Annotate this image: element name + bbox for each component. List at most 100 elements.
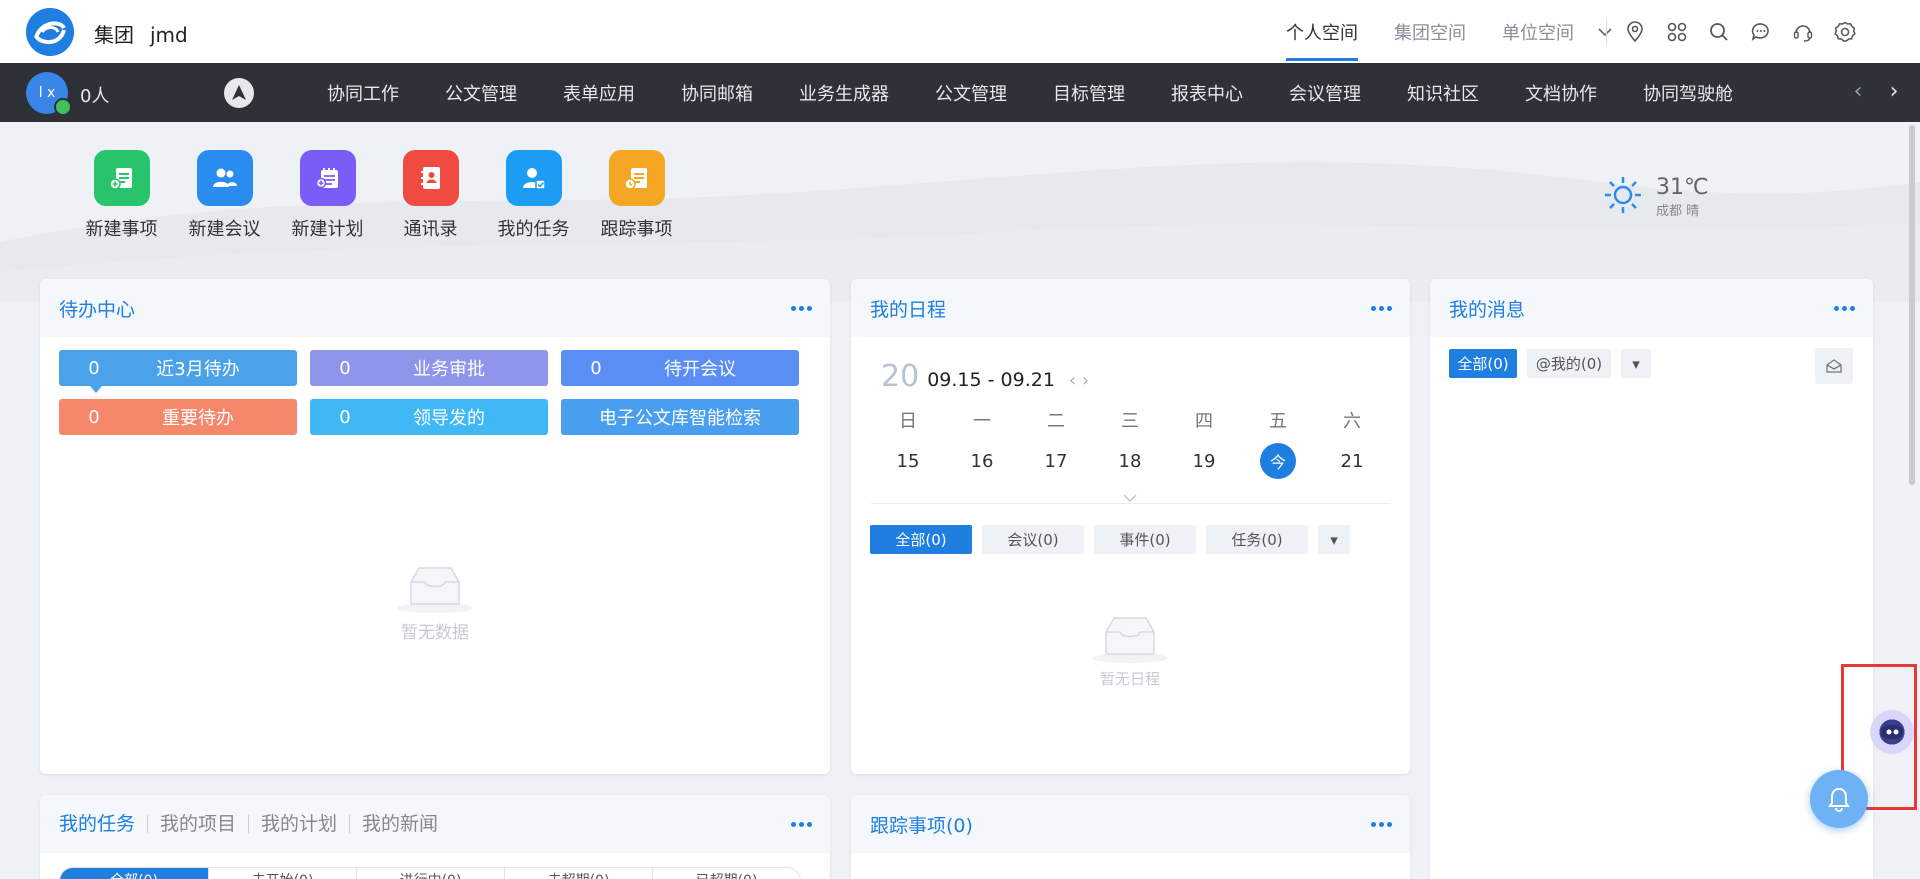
task-tabs: 我的任务 我的项目 我的计划 我的新闻	[59, 815, 450, 834]
week-header: 20 09.15 - 09.21 ‹ ›	[881, 359, 1089, 394]
year-short: 20	[881, 359, 920, 394]
chat-icon[interactable]	[1747, 18, 1775, 46]
calendar-day[interactable]: 17	[1019, 443, 1093, 479]
mark-read-icon[interactable]	[1815, 348, 1853, 384]
more-icon[interactable]	[1368, 821, 1392, 827]
quick-app-label: 新建会议	[188, 219, 261, 240]
quick-app-new-item[interactable]: 新建事项	[70, 150, 173, 241]
nav-item-doc-management-2[interactable]: 公文管理	[912, 80, 1030, 106]
calendar-day[interactable]: 19	[1167, 443, 1241, 479]
tab-unit-space[interactable]: 单位空间	[1484, 0, 1592, 63]
brand: 集团 jmd	[94, 19, 204, 48]
todo-btn-recent[interactable]: 0 近3月待办	[59, 350, 297, 386]
todo-panel: 待办中心 0 近3月待办 0 业务审批 0 待开会议 0 重要待办 0 领导发的…	[40, 279, 830, 774]
chevron-left-icon[interactable]: ‹	[1069, 370, 1076, 391]
todo-btn-important[interactable]: 0 重要待办	[59, 399, 297, 435]
nav-menu: 协同工作 公文管理 表单应用 协同邮箱 业务生成器 公文管理 目标管理 报表中心…	[304, 63, 1756, 122]
avatar[interactable]: l x	[26, 72, 72, 116]
navigation-icon[interactable]	[224, 78, 254, 108]
settings-icon[interactable]	[1831, 18, 1859, 46]
divider	[1606, 19, 1607, 45]
caret-down-icon[interactable]: ▾	[1318, 525, 1350, 554]
calendar-day[interactable]: 18	[1093, 443, 1167, 479]
filter-all[interactable]: 全部(0)	[870, 525, 972, 554]
more-icon[interactable]	[1368, 305, 1392, 311]
nav-item-knowledge-community[interactable]: 知识社区	[1384, 80, 1502, 106]
calendar-day[interactable]: 21	[1315, 443, 1389, 479]
chevron-down-icon[interactable]	[1122, 491, 1138, 507]
top-header: 集团 jmd 个人空间 集团空间 单位空间	[0, 0, 1920, 63]
quick-app-track-item[interactable]: 跟踪事项	[585, 150, 688, 241]
tab-group-space[interactable]: 集团空间	[1376, 0, 1484, 63]
filter-event[interactable]: 事件(0)	[1094, 525, 1196, 554]
nav-item-business-generator[interactable]: 业务生成器	[776, 80, 912, 106]
nav-item-goal-management[interactable]: 目标管理	[1030, 80, 1148, 106]
panel-title: 我的日程	[870, 298, 947, 321]
app-logo[interactable]	[26, 8, 74, 56]
empty-text: 暂无数据	[401, 623, 469, 643]
chevron-right-icon[interactable]: ›	[1876, 79, 1912, 104]
location-icon[interactable]	[1621, 18, 1649, 46]
chevron-right-icon[interactable]: ›	[1082, 370, 1089, 391]
quick-app-new-meeting[interactable]: 新建会议	[173, 150, 276, 241]
filter-meeting[interactable]: 会议(0)	[982, 525, 1084, 554]
segment-overdue[interactable]: 已超期(0)	[652, 868, 800, 879]
more-icon[interactable]	[1831, 305, 1855, 311]
segment-in-progress[interactable]: 进行中(0)	[356, 868, 504, 879]
nav-item-form-apps[interactable]: 表单应用	[540, 80, 658, 106]
calendar-day-today[interactable]: 今	[1241, 443, 1315, 479]
todo-count: 0	[339, 406, 351, 428]
apps-icon[interactable]	[1663, 18, 1691, 46]
todo-label: 近3月待办	[156, 359, 240, 380]
space-switcher: 个人空间 集团空间 单位空间	[1268, 0, 1618, 63]
nav-item-report-center[interactable]: 报表中心	[1148, 80, 1266, 106]
tab-personal-space[interactable]: 个人空间	[1268, 0, 1376, 63]
todo-btn-doc-search[interactable]: 电子公文库智能检索	[561, 399, 799, 435]
notification-bell-icon[interactable]	[1810, 770, 1868, 828]
nav-item-collab-work[interactable]: 协同工作	[304, 80, 422, 106]
chevron-left-icon[interactable]: ‹	[1840, 79, 1876, 104]
new-meeting-icon	[196, 150, 253, 206]
user-name[interactable]: jmd	[150, 23, 188, 47]
my-task-icon	[505, 150, 562, 206]
todo-label: 待开会议	[664, 359, 736, 380]
support-icon[interactable]	[1789, 18, 1817, 46]
more-icon[interactable]	[788, 821, 812, 827]
tab-my-plans[interactable]: 我的计划	[248, 815, 349, 834]
todo-btn-meeting[interactable]: 0 待开会议	[561, 350, 799, 386]
ai-assistant-icon[interactable]	[1870, 710, 1914, 754]
nav-item-doc-collab[interactable]: 文档协作	[1502, 80, 1620, 106]
filter-mentions[interactable]: @我的(0)	[1527, 349, 1611, 378]
tab-my-tasks[interactable]: 我的任务	[59, 815, 147, 834]
weather-location: 成都 晴	[1656, 204, 1700, 219]
nav-item-cockpit[interactable]: 协同驾驶舱	[1620, 80, 1756, 106]
quick-app-label: 通讯录	[403, 219, 458, 240]
todo-label: 电子公文库智能检索	[599, 408, 761, 429]
weekday: 四	[1195, 411, 1213, 432]
search-icon[interactable]	[1705, 18, 1733, 46]
segment-not-started[interactable]: 未开始(0)	[208, 868, 356, 879]
todo-btn-leader[interactable]: 0 领导发的	[310, 399, 548, 435]
todo-btn-approval[interactable]: 0 业务审批	[310, 350, 548, 386]
caret-down-icon[interactable]: ▾	[1621, 349, 1651, 378]
calendar-day[interactable]: 15	[871, 443, 945, 479]
tab-my-projects[interactable]: 我的项目	[147, 815, 248, 834]
more-icon[interactable]	[788, 305, 812, 311]
calendar-day[interactable]: 16	[945, 443, 1019, 479]
quick-app-label: 新建计划	[291, 219, 364, 240]
segment-all[interactable]: 全部(0)	[60, 868, 208, 879]
filter-task[interactable]: 任务(0)	[1206, 525, 1308, 554]
online-count[interactable]: 0人	[80, 82, 109, 108]
quick-app-new-plan[interactable]: 新建计划	[276, 150, 379, 241]
page-scrollbar[interactable]	[1909, 125, 1915, 485]
filter-all[interactable]: 全部(0)	[1449, 349, 1517, 378]
segment-not-overdue[interactable]: 未超期(0)	[504, 868, 652, 879]
message-filters: 全部(0) @我的(0) ▾	[1449, 349, 1661, 378]
nav-item-doc-management[interactable]: 公文管理	[422, 80, 540, 106]
active-pointer	[90, 386, 102, 393]
tab-my-news[interactable]: 我的新闻	[349, 815, 450, 834]
quick-app-my-task[interactable]: 我的任务	[482, 150, 585, 241]
quick-app-contacts[interactable]: 通讯录	[379, 150, 482, 241]
nav-item-collab-mail[interactable]: 协同邮箱	[658, 80, 776, 106]
nav-item-meeting-management[interactable]: 会议管理	[1266, 80, 1384, 106]
